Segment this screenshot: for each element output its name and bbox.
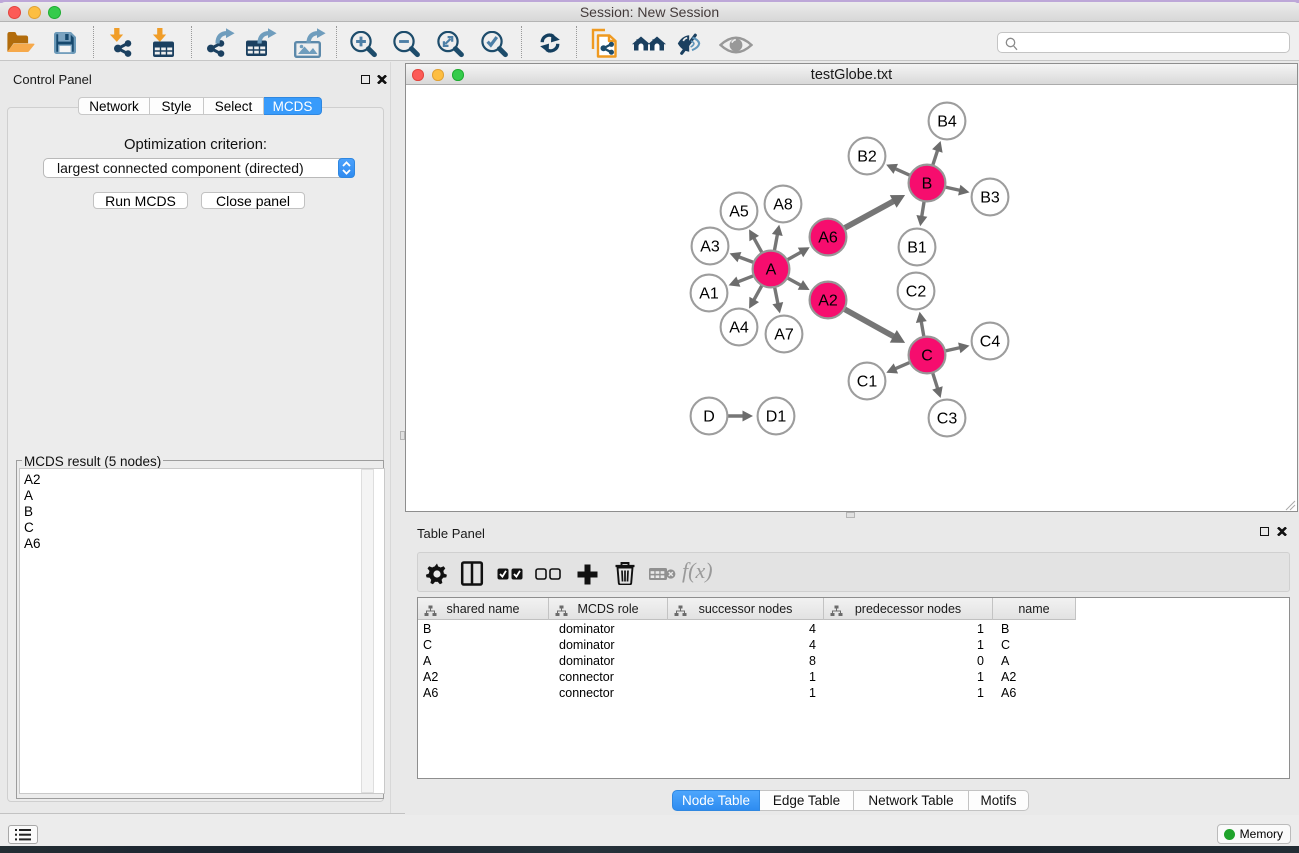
- svg-text:A8: A8: [773, 197, 793, 214]
- svg-text:C: C: [921, 348, 933, 365]
- svg-text:A: A: [766, 262, 777, 279]
- svg-text:A1: A1: [699, 286, 719, 303]
- svg-text:A5: A5: [729, 204, 749, 221]
- svg-text:C2: C2: [906, 284, 927, 301]
- svg-text:B4: B4: [937, 114, 957, 131]
- svg-text:A6: A6: [818, 230, 838, 247]
- svg-text:B1: B1: [907, 240, 927, 257]
- svg-text:C1: C1: [857, 374, 878, 391]
- svg-text:B: B: [922, 176, 933, 193]
- svg-text:B2: B2: [857, 149, 877, 166]
- svg-text:D: D: [703, 409, 715, 426]
- svg-text:A7: A7: [774, 327, 794, 344]
- svg-text:C4: C4: [980, 334, 1001, 351]
- svg-text:C3: C3: [937, 411, 958, 428]
- svg-text:D1: D1: [766, 409, 787, 426]
- svg-text:B3: B3: [980, 190, 1000, 207]
- svg-text:A3: A3: [700, 239, 720, 256]
- svg-text:A2: A2: [818, 293, 838, 310]
- svg-text:A4: A4: [729, 320, 749, 337]
